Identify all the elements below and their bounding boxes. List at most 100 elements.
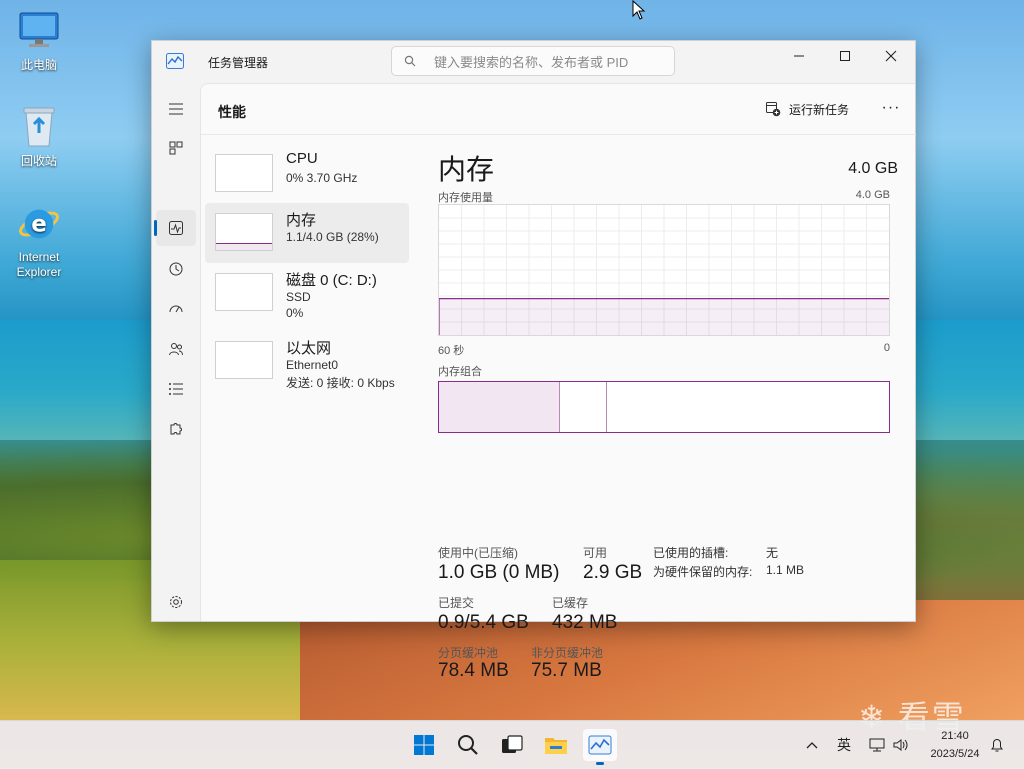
- monitor-icon: [17, 8, 61, 52]
- more-options-button[interactable]: ···: [879, 97, 903, 119]
- volume-button[interactable]: [893, 721, 909, 769]
- svg-text:e: e: [31, 212, 47, 238]
- search-icon: [458, 735, 478, 755]
- network-status-button[interactable]: [869, 721, 885, 769]
- task-view-icon: [502, 735, 523, 753]
- usage-max-label: 4.0 GB: [855, 189, 890, 201]
- usage-label: 内存使用量: [438, 192, 493, 204]
- memory-composition-bar: [438, 381, 890, 433]
- input-language-indicator[interactable]: 英: [837, 721, 851, 769]
- nonpaged-pool-value: 75.7 MB: [531, 660, 602, 681]
- internet-explorer-icon: e: [17, 202, 61, 246]
- composition-modified-segment: [560, 382, 607, 432]
- minimize-icon: [794, 55, 804, 57]
- chevron-up-icon: [806, 742, 818, 749]
- minimize-button[interactable]: [776, 41, 822, 71]
- device-detail: Ethernet0: [286, 358, 339, 372]
- details-list-icon: [169, 383, 183, 395]
- hamburger-icon: [169, 103, 183, 115]
- processes-icon: [169, 141, 183, 155]
- speaker-icon: [893, 739, 908, 751]
- desktop-icon-label: 此电脑: [20, 58, 57, 72]
- desktop-icon-internet-explorer[interactable]: e Internet Explorer: [4, 202, 74, 280]
- task-manager-window: 任务管理器 键入要搜索的名称、发布者或 PID 性能 运行新任务 ··· CPU…: [151, 40, 916, 681]
- device-detail: 1.1/4.0 GB (28%): [286, 230, 379, 244]
- memory-thumbnail-graph: [215, 213, 273, 251]
- device-item-ethernet[interactable]: 以太网 Ethernet0 发送: 0 接收: 0 Kbps: [205, 331, 409, 391]
- notifications-button[interactable]: [990, 721, 1004, 769]
- committed-label: 已提交: [438, 596, 475, 610]
- device-item-disk[interactable]: 磁盘 0 (C: D:) SSD 0%: [205, 263, 409, 323]
- clock-date: 2023/5/24: [930, 748, 980, 760]
- clock-time: 21:40: [941, 730, 969, 742]
- cpu-thumbnail-graph: [215, 154, 273, 192]
- paged-pool-label: 分页缓冲池: [438, 646, 499, 660]
- nav-settings[interactable]: [156, 584, 196, 620]
- taskbar-task-manager-button[interactable]: [583, 729, 617, 761]
- taskbar-search-button[interactable]: [451, 729, 485, 761]
- nav-processes[interactable]: [156, 130, 196, 166]
- users-icon: [169, 343, 183, 356]
- disk-thumbnail-graph: [215, 273, 273, 311]
- search-box[interactable]: [391, 46, 675, 76]
- cached-label: 已缓存: [552, 596, 589, 610]
- navigation-rail: [152, 83, 200, 621]
- network-icon: [869, 738, 885, 752]
- nav-services[interactable]: [156, 411, 196, 447]
- bell-icon: [991, 739, 1003, 752]
- nonpaged-pool-label: 非分页缓冲池: [531, 646, 604, 660]
- composition-in-use-segment: [439, 382, 560, 432]
- run-new-task-icon: [766, 102, 781, 117]
- available-label: 可用: [583, 546, 608, 560]
- taskbar: 英 21:40 2023/5/24: [0, 720, 1024, 769]
- device-detail: 0%: [286, 306, 304, 320]
- nav-performance[interactable]: [156, 210, 196, 246]
- nav-app-history[interactable]: [156, 251, 196, 287]
- maximize-icon: [840, 51, 850, 61]
- device-name: 内存: [286, 212, 317, 229]
- show-hidden-icons-button[interactable]: [806, 721, 818, 769]
- paged-pool-value: 78.4 MB: [438, 660, 509, 681]
- desktop-icon-this-pc[interactable]: 此电脑: [4, 8, 74, 73]
- device-detail: SSD: [286, 290, 311, 304]
- file-explorer-button[interactable]: [539, 729, 573, 761]
- mouse-cursor-icon: [632, 0, 646, 25]
- device-item-memory[interactable]: 内存 1.1/4.0 GB (28%): [205, 203, 409, 263]
- task-view-button[interactable]: [495, 729, 529, 761]
- reserved-value: 1.1 MB: [766, 563, 805, 577]
- hamburger-menu-button[interactable]: [156, 91, 196, 127]
- slots-value: 无: [766, 546, 779, 560]
- clock[interactable]: 21:40 2023/5/24: [920, 727, 990, 763]
- run-new-task-label: 运行新任务: [789, 102, 850, 117]
- desktop-icon-label: 回收站: [20, 154, 57, 168]
- run-new-task-button[interactable]: 运行新任务: [765, 98, 849, 120]
- device-name: 以太网: [286, 340, 332, 357]
- page-title: 性能: [218, 104, 246, 120]
- committed-value: 0.9/5.4 GB: [438, 612, 529, 633]
- page-header: 性能 运行新任务 ···: [201, 84, 916, 135]
- maximize-button[interactable]: [822, 41, 868, 71]
- search-input[interactable]: [432, 53, 666, 71]
- in-use-label: 使用中(已压缩): [438, 546, 518, 560]
- device-item-cpu[interactable]: CPU 0% 3.70 GHz: [205, 144, 409, 204]
- performance-icon: [169, 221, 183, 235]
- history-icon: [169, 262, 183, 276]
- nav-details[interactable]: [156, 371, 196, 407]
- recycle-bin-icon: [17, 104, 61, 148]
- available-value: 2.9 GB: [583, 562, 643, 583]
- nav-startup-apps[interactable]: [156, 291, 196, 327]
- nav-users[interactable]: [156, 331, 196, 367]
- windows-logo-icon: [414, 735, 434, 755]
- desktop-icon-recycle-bin[interactable]: 回收站: [4, 104, 74, 169]
- time-axis-left: 60 秒: [438, 345, 465, 357]
- language-label: 英: [837, 737, 851, 753]
- time-axis-right: 0: [883, 342, 890, 354]
- more-options-icon: ···: [881, 99, 901, 116]
- close-button[interactable]: [868, 41, 914, 71]
- window-title: 任务管理器: [208, 56, 269, 70]
- cached-value: 432 MB: [552, 612, 618, 633]
- composition-label: 内存组合: [438, 366, 482, 378]
- services-puzzle-icon: [170, 423, 182, 435]
- start-button[interactable]: [407, 729, 441, 761]
- title-bar[interactable]: 任务管理器: [152, 41, 915, 83]
